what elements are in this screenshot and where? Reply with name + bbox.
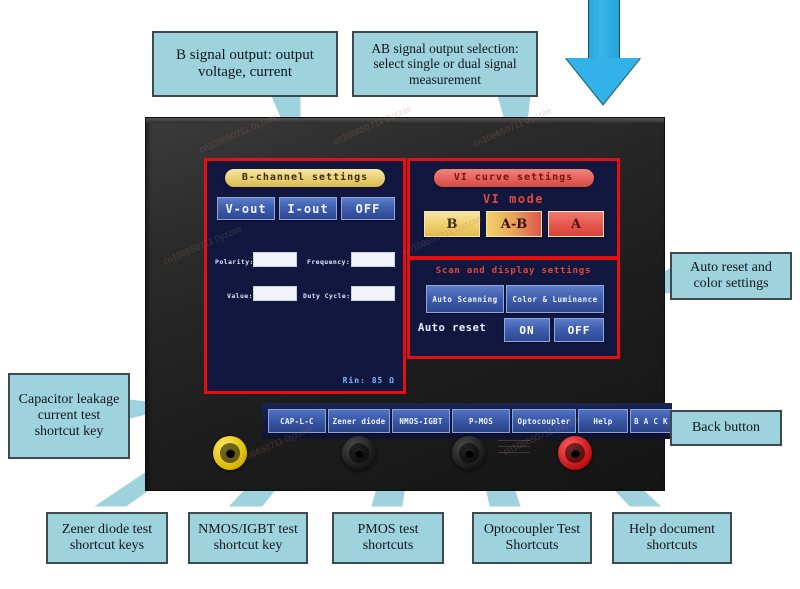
callout-zener-diode: Zener diode test shortcut keys (46, 512, 168, 564)
value-input[interactable] (253, 286, 297, 301)
lcd-screen: B-channel settings V-out I-out OFF Polar… (204, 158, 672, 439)
shortcut-nmos-igbt[interactable]: NMOS-IGBT (392, 409, 450, 433)
output-off-button[interactable]: OFF (341, 197, 395, 220)
vent-slot (498, 452, 530, 453)
frequency-label: Frequency: (307, 258, 351, 266)
shortcut-p-mos[interactable]: P-MOS (452, 409, 510, 433)
callout-nmos-igbt: NMOS/IGBT test shortcut key (188, 512, 308, 564)
auto-reset-on-button[interactable]: ON (504, 318, 550, 342)
shortcut-help[interactable]: Help (578, 409, 628, 433)
duty-cycle-label: Duty Cycle: (303, 292, 351, 300)
auto-reset-label: Auto reset (418, 322, 487, 334)
shortcut-cap-l-c[interactable]: CAP-L-C (268, 409, 326, 433)
color-luminance-button[interactable]: Color & Luminance (506, 285, 604, 313)
device-top-bevel (146, 118, 664, 123)
polarity-input[interactable] (253, 252, 297, 267)
b-channel-settings-panel: B-channel settings V-out I-out OFF Polar… (204, 158, 406, 394)
terminal-red[interactable] (558, 436, 592, 470)
polarity-label: Polarity: (215, 258, 254, 266)
screenshot-stage: B-channel settings V-out I-out OFF Polar… (0, 0, 800, 589)
frequency-input[interactable] (351, 252, 395, 267)
scan-display-settings-panel: Scan and display settings Auto Scanning … (407, 257, 620, 359)
instrument-body: B-channel settings V-out I-out OFF Polar… (145, 117, 672, 491)
callout-ab-signal-selection: AB signal output selection: select singl… (352, 31, 538, 97)
shortcut-toolbar: CAP-L-C Zener diode NMOS-IGBT P-MOS Opto… (262, 403, 672, 439)
shortcut-zener-diode[interactable]: Zener diode (328, 409, 390, 433)
shortcut-optocoupler[interactable]: Optocoupler (512, 409, 576, 433)
auto-reset-off-button[interactable]: OFF (554, 318, 604, 342)
b-channel-title: B-channel settings (225, 169, 385, 187)
i-out-button[interactable]: I-out (279, 197, 337, 220)
vi-mode-a-button[interactable]: A (548, 211, 604, 237)
callout-auto-reset-color: Auto reset and color settings (670, 252, 792, 300)
input-resistance-readout: Rin: 85 Ω (342, 376, 395, 385)
vi-mode-b-button[interactable]: B (424, 211, 480, 237)
vi-mode-label: VI mode (482, 192, 545, 206)
shortcut-back[interactable]: B A C K (630, 409, 672, 433)
vent-slot (498, 446, 530, 447)
callout-capacitor-leakage: Capacitor leakage current test shortcut … (8, 373, 130, 459)
vi-curve-title: VI curve settings (433, 169, 594, 187)
terminal-black-1[interactable] (342, 436, 376, 470)
v-out-button[interactable]: V-out (217, 197, 275, 220)
callout-help-document: Help document shortcuts (612, 512, 732, 564)
duty-cycle-input[interactable] (351, 286, 395, 301)
auto-scanning-button[interactable]: Auto Scanning (426, 285, 504, 313)
callout-pmos: PMOS test shortcuts (332, 512, 444, 564)
terminal-black-2[interactable] (452, 436, 486, 470)
value-label: Value: (227, 292, 253, 300)
callout-optocoupler: Optocoupler Test Shortcuts (472, 512, 592, 564)
blue-down-arrow-icon (564, 0, 642, 106)
scan-display-title: Scan and display settings (435, 266, 592, 276)
vent-slot (498, 440, 530, 441)
callout-back-button: Back button (670, 410, 782, 446)
vi-curve-settings-panel: VI curve settings VI mode B A-B A (407, 158, 620, 259)
callout-b-signal-output: B signal output: output voltage, current (152, 31, 338, 97)
terminal-yellow[interactable] (213, 436, 247, 470)
vi-mode-ab-button[interactable]: A-B (486, 211, 542, 237)
